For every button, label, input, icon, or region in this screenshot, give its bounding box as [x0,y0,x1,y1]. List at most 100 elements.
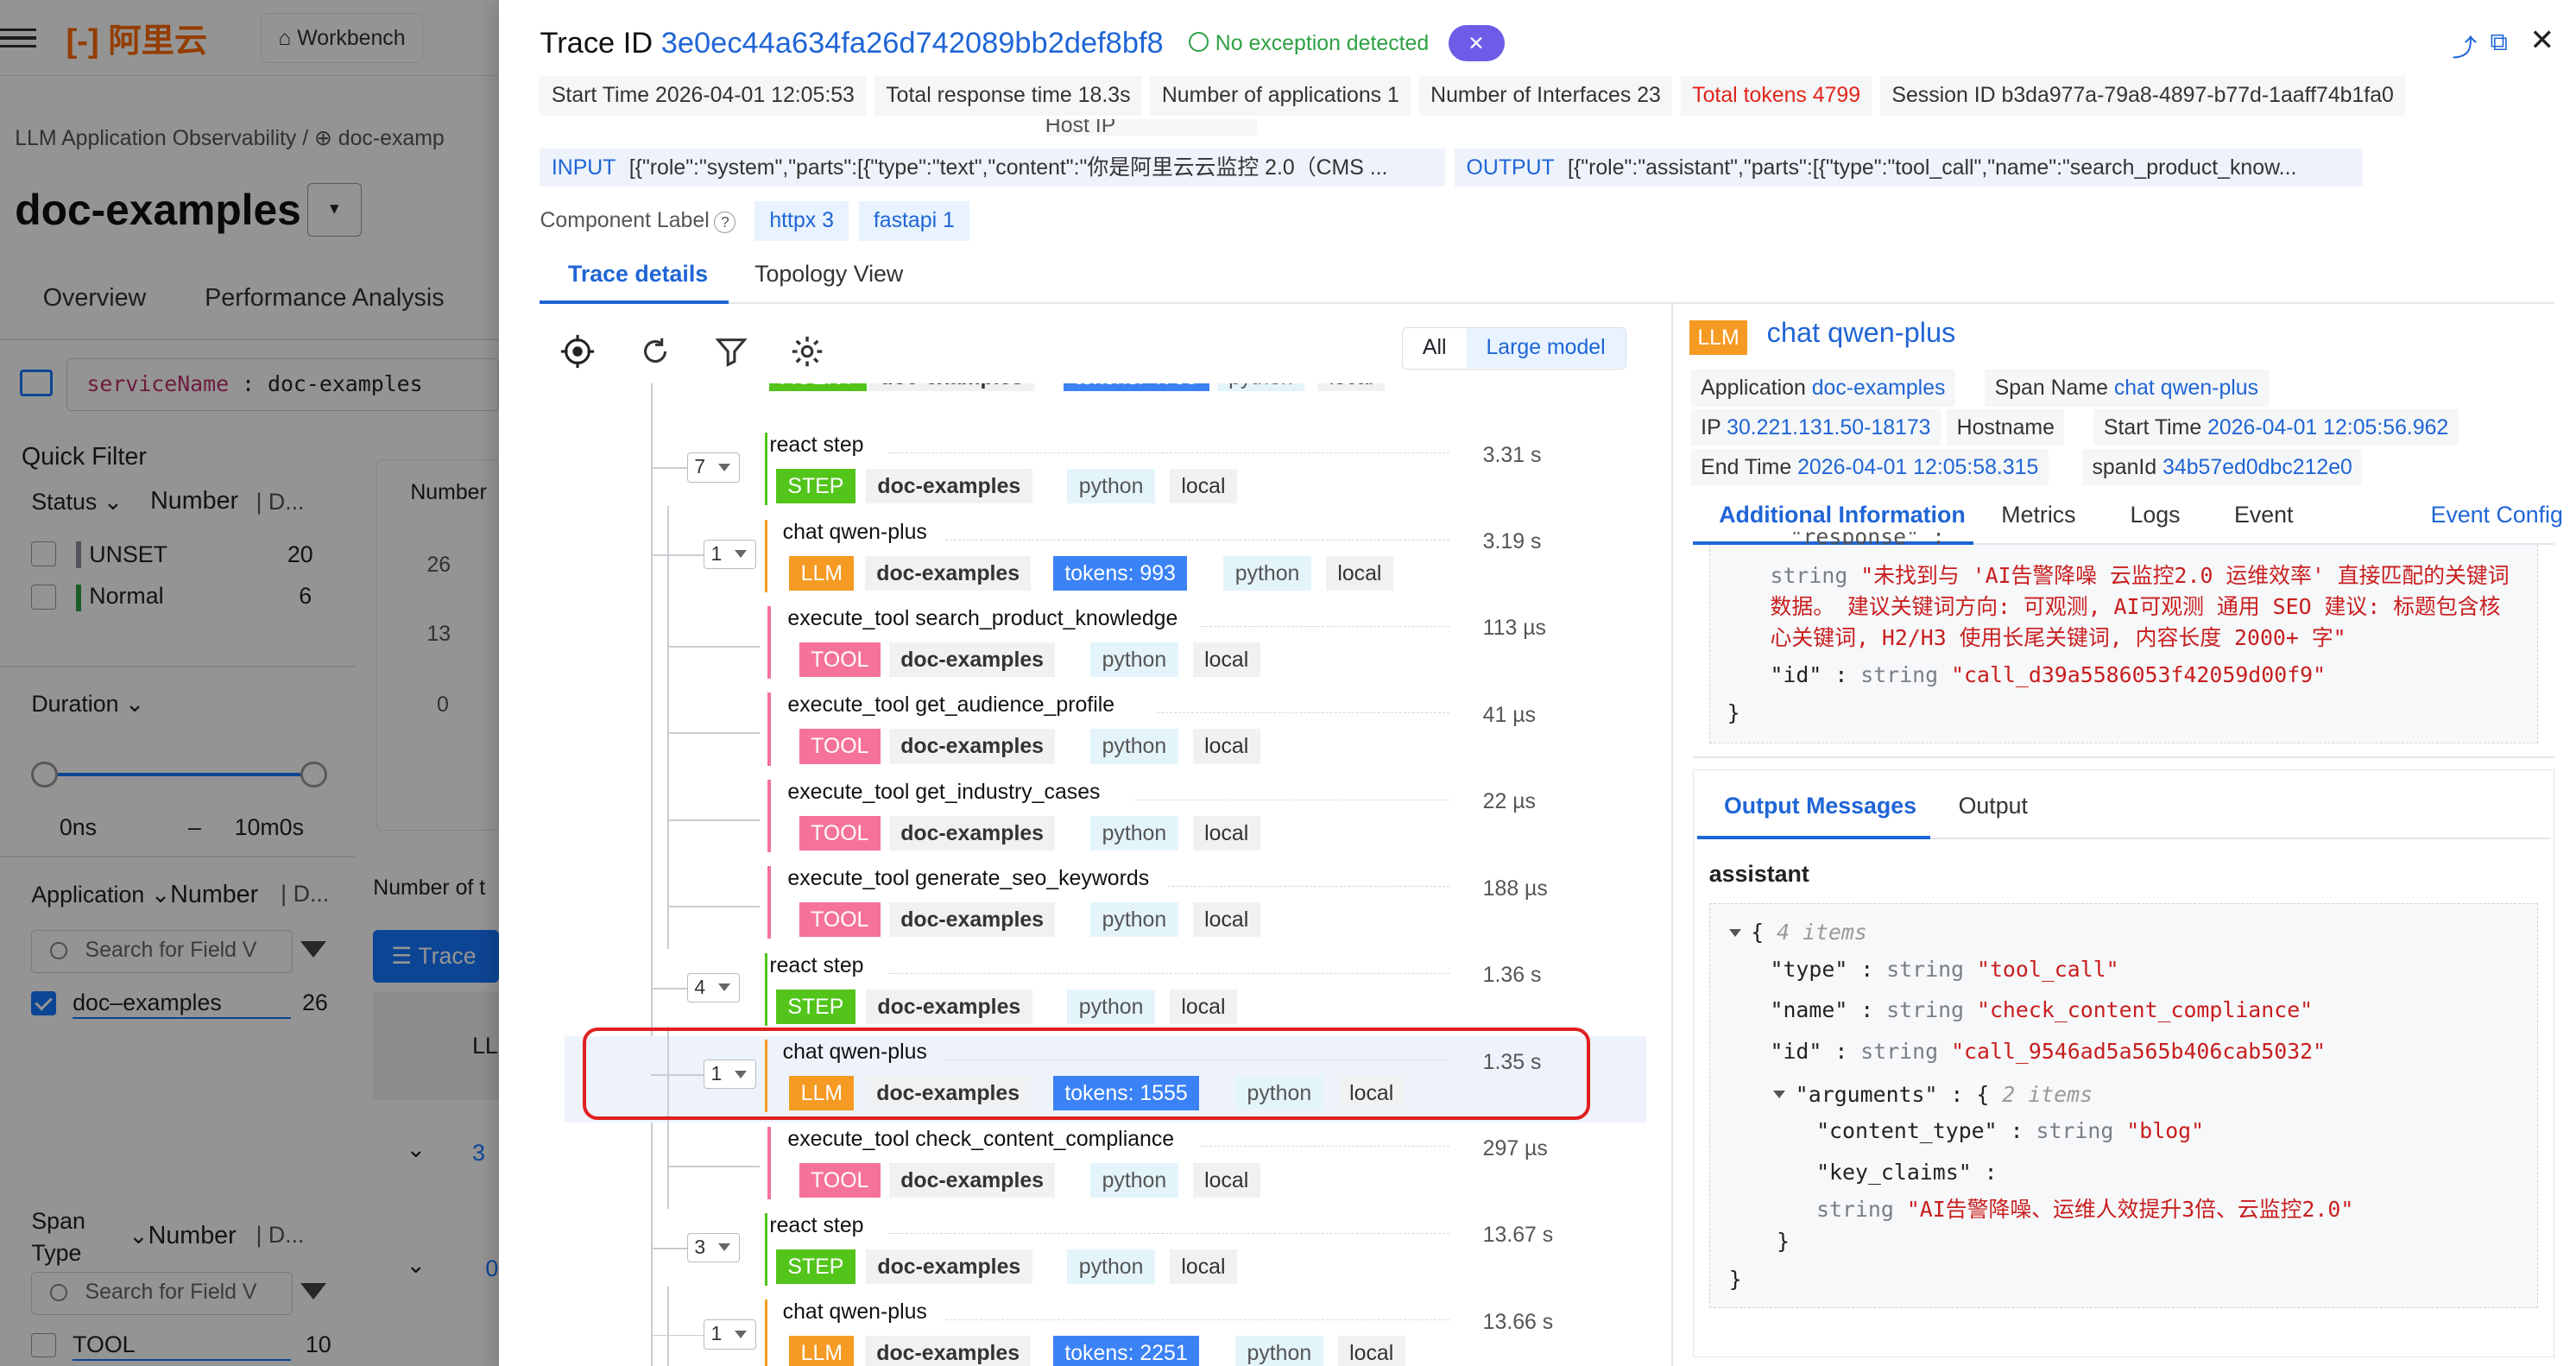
collapse-panel-icon[interactable] [19,370,54,397]
status-header[interactable]: Status ⌄ [31,489,123,515]
breadcrumb[interactable]: LLM Application Observability / ⊕ doc-ex… [15,125,445,151]
tool-checkbox[interactable] [31,1332,57,1358]
tree-row[interactable]: execute_tool search_product_knowledge TOO… [565,592,1646,689]
share-icon[interactable]: ⤴ [2452,28,2477,64]
tab-topology-view[interactable]: Topology View [754,261,903,288]
duration-value: 22 µs [1482,789,1536,814]
tree-row[interactable]: 1 chat qwen-plus LLM doc-examples tokens: 99… [565,506,1646,603]
service-dropdown-button[interactable]: ▾ [306,183,362,237]
settings-gear-icon[interactable] [789,333,825,370]
aliyun-logo[interactable]: [-] 阿里云 [66,15,208,62]
span-type-header[interactable]: ⌄Number [129,1222,236,1250]
unset-checkbox[interactable] [31,541,57,567]
json-arguments-line[interactable]: "arguments" : { 2 items [1773,1082,2093,1107]
component-tag-fastapi[interactable]: fastapi 1 [858,201,970,242]
location-tag: local [1192,729,1260,764]
component-tag-httpx[interactable]: httpx 3 [754,201,849,242]
tab-overview[interactable]: Overview [43,284,147,313]
field-value[interactable]: 30.221.131.50-18173 [1727,415,1930,440]
tree-row[interactable]: execute_tool generate_seo_keywords TOOL do… [565,852,1646,949]
tree-row[interactable]: 3 react step STEP doc-examples python local 13… [565,1210,1646,1295]
duration-slider-track[interactable] [44,773,314,776]
span-type-search-input[interactable]: Search for Field V [31,1271,293,1315]
doc-examples-checkbox[interactable] [31,990,57,1016]
span-name[interactable]: execute_tool search_product_knowledge [787,606,1178,631]
filter-icon[interactable] [300,941,327,958]
card-tick: 26 [426,552,451,577]
workbench-button[interactable]: ⌂ Workbench [261,13,423,63]
tree-row[interactable]: execute_tool get_audience_profile TOOL doc… [565,680,1646,776]
span-name[interactable]: react step [769,433,863,458]
span-name[interactable]: react step [769,953,863,978]
meta-value[interactable]: b3da977a-79a8-4897-b77d-1aaff74b1fa0 [2002,83,2394,107]
event-config-link[interactable]: Event Config [2431,502,2563,528]
query-input[interactable]: serviceName : doc-examples [66,358,499,412]
field-value[interactable]: 34b57ed0dbc212e0 [2162,455,2352,479]
tree-row-agent[interactable]: AGENTdoc-examples tokens: 4799 python local [565,383,1646,396]
segment-large-model[interactable]: Large model [1466,327,1626,368]
span-type-label[interactable]: Span Type [31,1205,117,1268]
application-search-input[interactable]: Search for Field V [31,929,293,973]
tree-row[interactable]: execute_tool get_industry_cases TOOL doc-e… [565,766,1646,863]
child-count-toggle[interactable]: 1 [703,539,757,569]
duration-min-handle[interactable] [31,761,58,788]
span-name[interactable]: execute_tool get_audience_profile [787,692,1114,718]
expand-row-icon[interactable]: ⌄ [407,1252,426,1279]
refresh-icon[interactable] [637,333,673,370]
trace-button[interactable]: ☰ Trace [373,929,499,983]
close-icon[interactable]: ✕ [2529,23,2554,58]
child-count-toggle[interactable]: 3 [686,1232,740,1263]
tab-additional-information[interactable]: Additional Information [1719,502,1965,528]
tree-connector [666,819,760,821]
tree-row[interactable]: 7 react step STEP doc-examples python local 3.… [565,429,1646,515]
help-icon[interactable]: ? [714,212,736,233]
duration-max-handle[interactable] [300,761,327,788]
span-title: chat qwen-plus [1766,317,1956,349]
expand-row-icon[interactable]: ⌄ [407,1136,426,1163]
span-name[interactable]: react step [769,1213,863,1238]
span-name[interactable]: chat qwen-plus [783,1300,927,1325]
duration-header[interactable]: Duration ⌄ [31,691,144,718]
span-status-bar [767,605,772,680]
tree-row[interactable]: 1 chat qwen-plus LLM doc-examples tokens: 22… [565,1287,1646,1366]
tree-row[interactable]: 4 react step STEP doc-examples python local 1.… [565,950,1646,1035]
number-column-header[interactable]: Number [150,487,238,515]
tab-performance-analysis[interactable]: Performance Analysis [205,284,444,313]
open-new-window-icon[interactable]: ⧉ [2490,28,2507,57]
json-root-line[interactable]: { 4 items [1728,920,1867,945]
segment-all[interactable]: All [1403,328,1467,368]
tree-row[interactable]: execute_tool check_content_compliance TOO… [565,1113,1646,1210]
filter-icon[interactable] [713,333,749,370]
child-count-toggle[interactable]: 1 [703,1319,757,1350]
collapse-caret-icon[interactable] [1728,928,1741,937]
output-preview[interactable]: OUTPUT [{"role":"assistant","parts":[{"ty… [1455,149,2364,187]
menu-icon[interactable] [0,23,37,53]
json-type-line: "type" : string "tool_call" [1771,957,2119,982]
filter-icon[interactable] [300,1283,327,1300]
tree-connector [650,987,687,990]
tool-item-label[interactable]: TOOL [73,1331,135,1358]
app-item-label[interactable]: doc–examples [73,990,222,1016]
collapse-caret-icon[interactable] [1773,1091,1786,1098]
tab-metrics[interactable]: Metrics [2001,502,2075,528]
field-value[interactable]: chat qwen-plus [2114,376,2258,400]
normal-checkbox[interactable] [31,585,57,610]
ai-diagnose-icon[interactable]: ✕ [1448,24,1505,61]
tab-trace-details[interactable]: Trace details [568,261,708,288]
field-value[interactable]: doc-examples [1812,376,1946,400]
span-name[interactable]: chat qwen-plus [783,520,927,545]
child-count-toggle[interactable]: 4 [686,972,740,1003]
input-preview[interactable]: INPUT [{"role":"system","parts":[{"type":… [540,149,1445,187]
application-header[interactable]: Application ⌄Number [31,881,258,909]
child-count-toggle[interactable]: 7 [686,452,740,483]
json-colon: : [1847,997,1887,1023]
trace-id-value[interactable]: 3e0ec44a634fa26d742089bb2def8bf8 [661,27,1164,60]
tab-logs[interactable]: Logs [2131,502,2181,528]
message-role: assistant [1708,860,1809,887]
span-name[interactable]: execute_tool get_industry_cases [787,780,1100,805]
span-name[interactable]: execute_tool generate_seo_keywords [787,866,1149,891]
span-name[interactable]: execute_tool check_content_compliance [787,1127,1174,1152]
json-brace: } [1777,1229,1790,1255]
tab-event[interactable]: Event [2234,502,2293,528]
locate-icon[interactable] [559,333,596,370]
